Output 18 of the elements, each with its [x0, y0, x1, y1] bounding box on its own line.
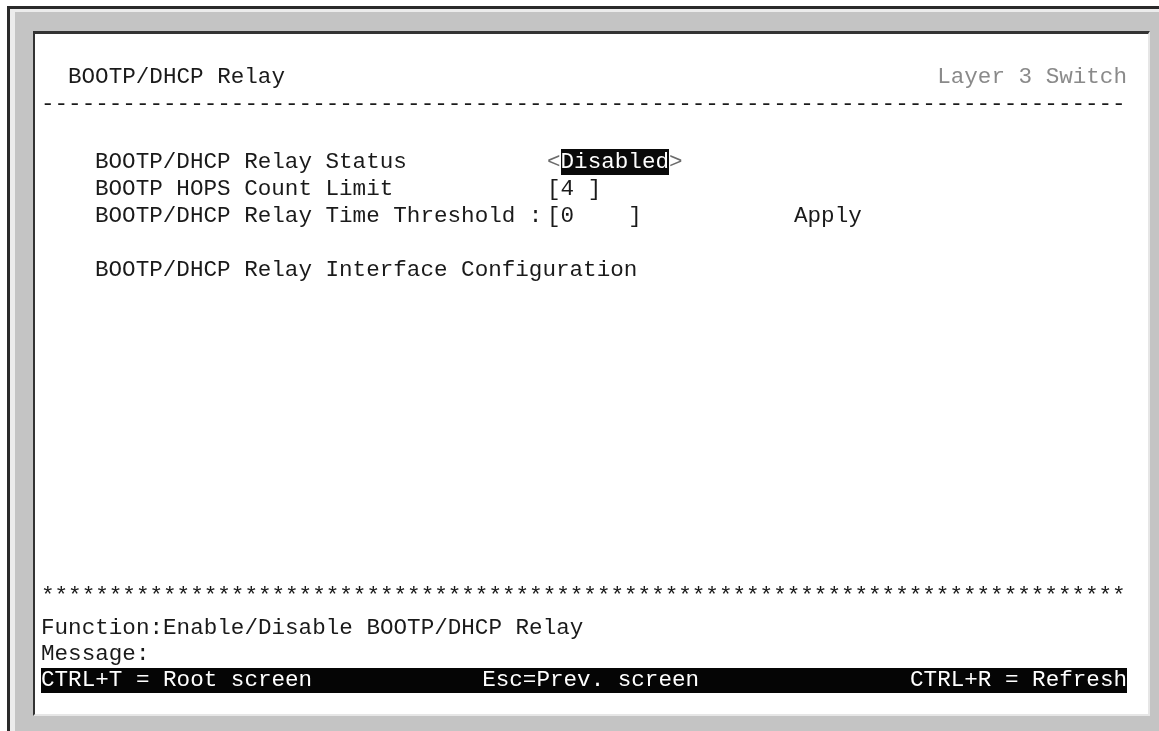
input-field[interactable]: [4 ]	[547, 176, 602, 202]
apply-button[interactable]: Apply	[794, 203, 862, 230]
device-label: Layer 3 Switch	[937, 64, 1127, 91]
input-field[interactable]: [0 ]	[547, 203, 642, 229]
asterisk-rule: ********************************************************************************	[41, 582, 1126, 609]
setting-label: BOOTP HOPS Count Limit	[95, 176, 394, 203]
status-selector[interactable]: <Disabled>	[547, 149, 683, 176]
shortcut-hint: CTRL+R = Refresh	[910, 668, 1127, 693]
message-label: Message:	[41, 640, 150, 667]
setting-label: BOOTP/DHCP Relay Status	[95, 149, 407, 176]
shortcut-hint: CTRL+T = Root screen	[41, 668, 313, 693]
selected-value: Disabled	[560, 149, 670, 175]
shortcut-hint: Esc=Prev. screen	[482, 668, 700, 693]
dashed-rule: --------------------------------------------------------------------------------	[41, 91, 1126, 117]
setting-label: BOOTP/DHCP Relay Time Threshold :	[95, 203, 543, 230]
menu-link[interactable]: BOOTP/DHCP Relay Interface Configuration	[95, 257, 638, 283]
screen-title: BOOTP/DHCP Relay	[68, 64, 285, 91]
function-text: Function:Enable/Disable BOOTP/DHCP Relay	[41, 614, 584, 641]
